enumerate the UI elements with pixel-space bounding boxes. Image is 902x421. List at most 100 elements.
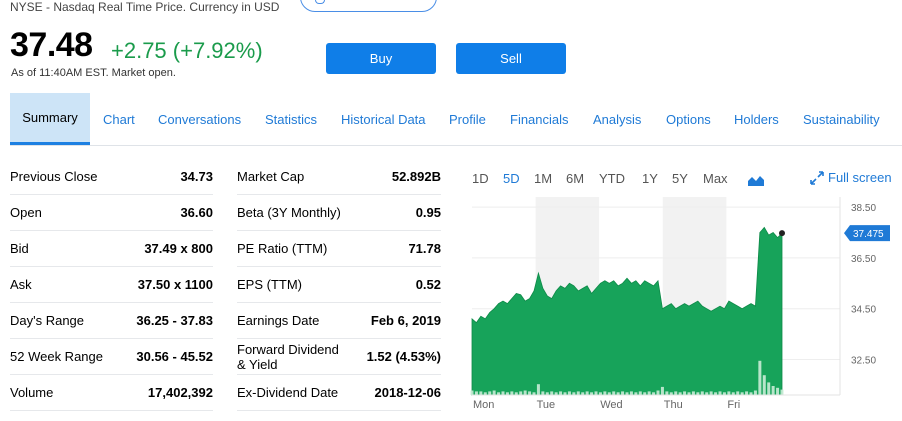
volume-bar (647, 391, 651, 395)
stat-label: 52 Week Range (10, 349, 103, 364)
volume-bar (470, 390, 474, 395)
stat-value: 0.52 (415, 277, 441, 292)
volume-bar (576, 391, 580, 395)
range-6m[interactable]: 6M (566, 171, 584, 186)
tab-statistics[interactable]: Statistics (265, 93, 317, 145)
range-1y[interactable]: 1Y (642, 171, 658, 186)
stat-row: PE Ratio (TTM) 71.78 (237, 231, 441, 267)
quote-tabs: Summary Chart Conversations Statistics H… (10, 93, 902, 146)
price-chart[interactable]: 38.50 36.50 34.50 32.50 37.475 Mon Tue Wed Thu Fr… (470, 195, 902, 421)
stat-row: Day's Range 36.25 - 37.83 (10, 303, 213, 339)
volume-bar (536, 384, 540, 395)
volume-bar (510, 391, 514, 395)
volume-bar (550, 391, 554, 395)
volume-bar (745, 391, 749, 395)
tab-summary[interactable]: Summary (10, 93, 90, 145)
tab-options[interactable]: Options (666, 93, 711, 145)
stat-row: Forward Dividend & Yield 1.52 (4.53%) (237, 339, 441, 375)
range-1m[interactable]: 1M (534, 171, 552, 186)
stat-row: Volume 17,402,392 (10, 375, 213, 411)
full-screen-label: Full screen (828, 170, 892, 185)
range-max[interactable]: Max (703, 171, 728, 186)
volume-bar (718, 391, 722, 395)
volume-bar (709, 391, 713, 395)
tab-analysis[interactable]: Analysis (593, 93, 641, 145)
tab-sustainability[interactable]: Sustainability (803, 93, 880, 145)
stat-label: Market Cap (237, 169, 305, 184)
star-icon (315, 0, 325, 4)
stat-row: Market Cap 52.892B (237, 159, 441, 195)
volume-bar (691, 391, 695, 395)
y-tick-label: 36.50 (851, 254, 876, 265)
buy-button[interactable]: Buy (326, 43, 436, 74)
range-5y[interactable]: 5Y (672, 171, 688, 186)
stat-label: Open (10, 205, 42, 220)
stat-row: Earnings Date Feb 6, 2019 (237, 303, 441, 339)
stat-label: PE Ratio (TTM) (237, 241, 328, 256)
stat-row: Bid 37.49 x 800 (10, 231, 213, 267)
volume-bar (629, 391, 633, 395)
stat-value: 1.52 (4.53%) (366, 349, 441, 364)
volume-bar (474, 391, 478, 395)
volume-bar (559, 391, 563, 395)
volume-bar (776, 387, 780, 395)
stat-value: 37.50 x 1100 (137, 277, 213, 292)
stat-value: 17,402,392 (147, 385, 213, 400)
full-screen-link[interactable]: Full screen (810, 170, 892, 185)
volume-bar (492, 390, 496, 395)
volume-bar (780, 389, 784, 395)
x-tick-label: Thu (664, 399, 683, 411)
volume-bar (585, 391, 589, 395)
add-to-watchlist-button[interactable] (300, 0, 437, 12)
stat-label: Beta (3Y Monthly) (237, 205, 341, 220)
volume-bar (488, 391, 492, 395)
current-price: 37.48 (10, 26, 93, 64)
range-ytd[interactable]: YTD (599, 171, 625, 186)
tab-conversations[interactable]: Conversations (158, 93, 241, 145)
tab-chart[interactable]: Chart (103, 93, 135, 145)
stat-row: EPS (TTM) 0.52 (237, 267, 441, 303)
stat-label: Forward Dividend & Yield (237, 341, 339, 372)
volume-bar (674, 391, 678, 395)
volume-bar (665, 391, 669, 395)
x-tick-label: Wed (600, 399, 622, 411)
tab-financials[interactable]: Financials (510, 93, 569, 145)
volume-bar (612, 391, 616, 395)
y-tick-label: 32.50 (851, 355, 876, 366)
volume-bar (479, 391, 483, 395)
stat-value: Feb 6, 2019 (370, 313, 441, 328)
summary-stats-right: Market Cap 52.892B Beta (3Y Monthly) 0.95 … (237, 159, 441, 411)
volume-bar (656, 390, 660, 395)
as-of-timestamp: As of 11:40AM EST. Market open. (11, 67, 176, 79)
mountain-chart-icon[interactable] (748, 174, 764, 186)
volume-bar (762, 375, 766, 395)
stat-value: 0.95 (415, 205, 441, 220)
range-5d[interactable]: 5D (503, 171, 520, 186)
range-1d[interactable]: 1D (472, 171, 489, 186)
volume-bar (771, 386, 775, 395)
volume-bar (594, 391, 598, 395)
volume-bar (567, 391, 571, 395)
volume-bar (541, 391, 545, 395)
stat-row: 52 Week Range 30.56 - 45.52 (10, 339, 213, 375)
stat-row: Beta (3Y Monthly) 0.95 (237, 195, 441, 231)
expand-arrows-icon (810, 170, 824, 185)
tab-historical-data[interactable]: Historical Data (341, 93, 426, 145)
stat-row: Previous Close 34.73 (10, 159, 213, 195)
sell-button[interactable]: Sell (456, 43, 566, 74)
volume-bar (638, 391, 642, 395)
stat-row: Ex-Dividend Date 2018-12-06 (237, 375, 441, 411)
tab-holders[interactable]: Holders (734, 93, 779, 145)
summary-stats-left: Previous Close 34.73 Open 36.60 Bid 37.49 x… (10, 159, 213, 411)
volume-bar (758, 360, 762, 395)
stat-label: EPS (TTM) (237, 277, 302, 292)
volume-bar (501, 391, 505, 395)
stat-row: Open 36.60 (10, 195, 213, 231)
market-note: NYSE - Nasdaq Real Time Price. Currency … (10, 0, 280, 14)
tab-profile[interactable]: Profile (449, 93, 486, 145)
x-tick-label: Mon (473, 399, 494, 411)
stat-label: Bid (10, 241, 29, 256)
volume-bar (621, 391, 625, 395)
stat-value: 34.73 (180, 169, 213, 184)
volume-bar (727, 391, 731, 395)
